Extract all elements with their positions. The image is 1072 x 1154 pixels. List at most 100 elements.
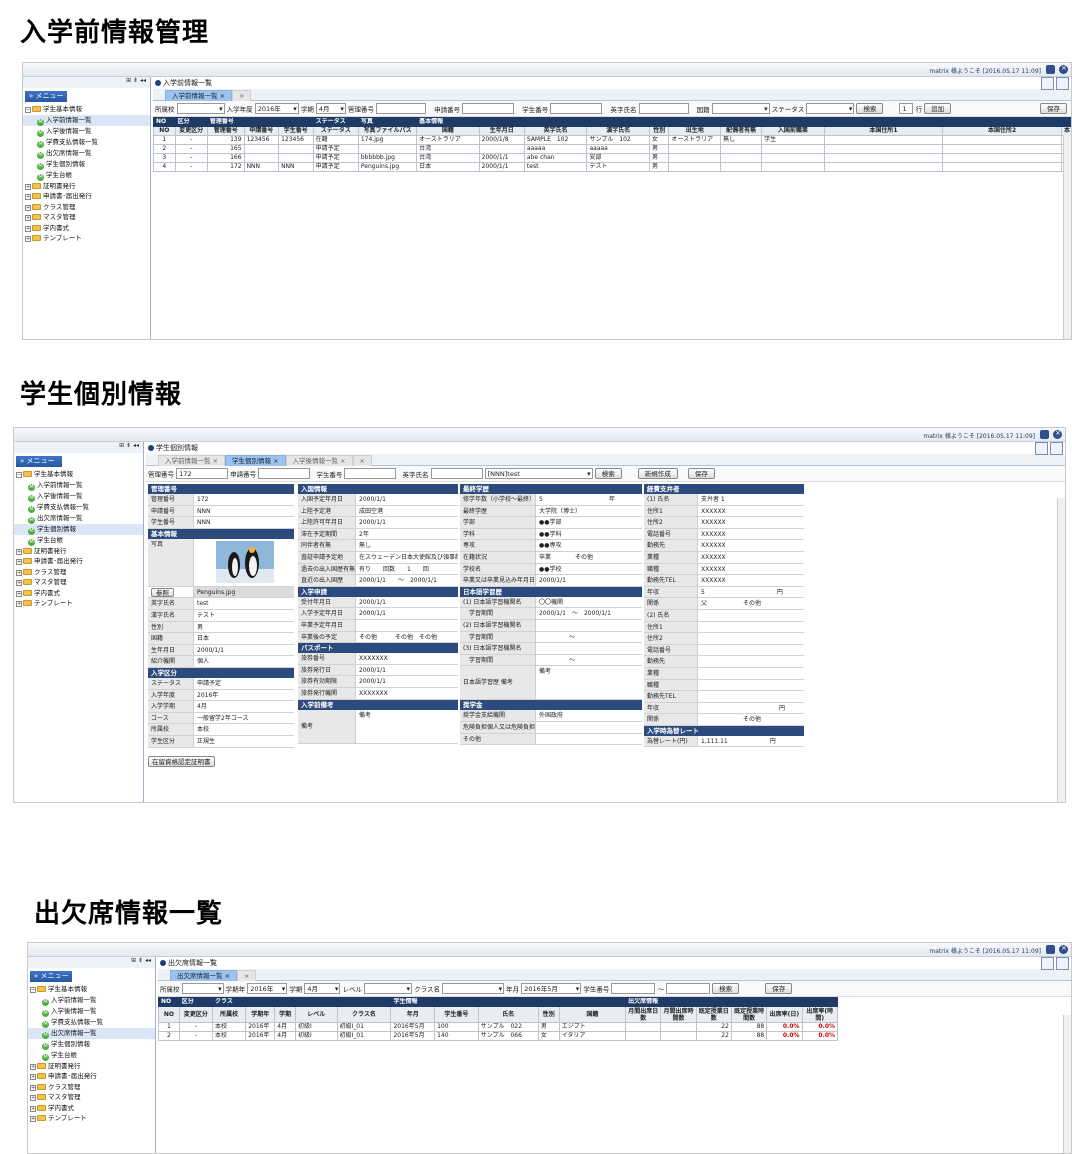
column-header[interactable]: 学生番号 (434, 1006, 479, 1023)
tab-student-detail[interactable]: 学生個別情報 × (225, 455, 286, 466)
column-header[interactable]: 変更区分 (174, 126, 208, 136)
tree-folder-cert[interactable]: + 証明書発行 (28, 1061, 155, 1072)
note-field[interactable]: 備考 (356, 710, 458, 743)
stu-to-input[interactable] (666, 983, 711, 994)
field-value[interactable]: 申請予定 (194, 678, 294, 689)
column-header[interactable]: 学期 (274, 1006, 296, 1023)
save-button[interactable]: 保存 (765, 983, 793, 994)
field-value[interactable]: 2000/1/1 ～ 2000/1/1 (356, 575, 458, 586)
close-icon[interactable] (1059, 944, 1068, 954)
tree-item-post-entry[interactable]: M 入学後情報一覧 (28, 1006, 155, 1017)
field-value[interactable]: 5 年 (536, 494, 642, 505)
filter-icon[interactable] (1056, 77, 1069, 90)
field-value[interactable]: 本校 (194, 724, 294, 735)
search-button[interactable]: 検索 (712, 983, 740, 994)
field-value[interactable]: XXXXXX (698, 552, 804, 563)
column-header[interactable]: 国籍 (416, 126, 480, 136)
export-icon[interactable] (1040, 430, 1049, 439)
column-header[interactable]: 学生番号 (278, 126, 314, 136)
save-button[interactable]: 保存 (687, 468, 715, 479)
field-value[interactable]: 男 (194, 622, 294, 633)
vertical-scrollbar[interactable] (1057, 498, 1065, 802)
field-value[interactable]: 有り 回数 1 回 (356, 564, 458, 575)
field-value[interactable]: ～ (536, 632, 642, 643)
tab-close-all[interactable]: × (237, 970, 257, 981)
field-value[interactable]: XXXXXX (698, 540, 804, 551)
field-value[interactable]: 2016年 (194, 690, 294, 701)
column-header[interactable]: クラス名 (336, 1006, 392, 1023)
tree-item-tuition[interactable]: M 学費支払情報一覧 (23, 137, 150, 148)
column-header[interactable]: 申請番号 (243, 126, 280, 136)
tree-folder-master[interactable]: + マスタ管理 (28, 1092, 155, 1103)
app-input[interactable] (258, 468, 311, 479)
field-value[interactable]: 外国政府 (536, 710, 642, 721)
stu-input[interactable] (550, 103, 603, 114)
field-value[interactable]: NNN (194, 517, 294, 528)
tab-pre-entry[interactable]: 入学前情報一覧 × (158, 455, 226, 466)
export-icon[interactable] (1046, 945, 1055, 954)
column-header[interactable]: 年月 (390, 1006, 436, 1023)
tree-item-student[interactable]: M 学生個別情報 (23, 159, 150, 170)
ym-select[interactable]: 2016年5月 (521, 983, 582, 994)
search-button[interactable]: 検索 (856, 103, 884, 114)
term-select[interactable]: 4月 (304, 983, 341, 994)
tree-folder-forms[interactable]: + 学内書式 (14, 588, 143, 599)
row-count-input[interactable]: 1 (899, 103, 914, 114)
column-header[interactable]: 生年月日 (478, 126, 525, 136)
tab-attendance[interactable]: 出欠席情報一覧 × (170, 970, 238, 981)
field-value[interactable]: ●●学部 (536, 517, 642, 528)
edit-icon[interactable] (1041, 957, 1054, 970)
tree-item-pre-entry[interactable]: M 入学前情報一覧 (28, 995, 155, 1006)
field-value[interactable]: 無し (356, 540, 458, 551)
column-header[interactable]: 性別 (648, 126, 670, 136)
tree-item-ledger[interactable]: M 学生台帳 (23, 170, 150, 181)
field-value[interactable]: 個人 (194, 656, 294, 667)
field-value[interactable] (356, 620, 458, 631)
field-value[interactable] (698, 656, 804, 667)
edit-icon[interactable] (1041, 77, 1054, 90)
tab-close-all[interactable]: × (232, 90, 252, 101)
tree-folder-application[interactable]: + 申請書･届出発行 (14, 556, 143, 567)
tree-root[interactable]: − 学生基本情報 (14, 469, 143, 480)
column-header[interactable]: 所属校 (211, 1006, 247, 1023)
tree-item-attendance[interactable]: M 出欠席情報一覧 (23, 148, 150, 159)
field-value[interactable] (698, 633, 804, 644)
tab-pre-entry[interactable]: 入学前情報一覧 × (165, 90, 233, 101)
field-value[interactable]: 2000/1/1 (356, 517, 458, 528)
field-value[interactable]: ●●学科 (536, 529, 642, 540)
sidebar-tools[interactable]: ⊞ ⇟ ◂◂ (28, 957, 155, 968)
column-header[interactable]: 既定授業日数 (695, 1006, 732, 1023)
field-value[interactable] (698, 622, 804, 633)
column-header[interactable]: 月間出席時間数 (660, 1006, 697, 1023)
field-value[interactable] (698, 610, 804, 621)
close-icon[interactable] (1053, 429, 1062, 439)
tree-folder-application[interactable]: + 申請書･届出発行 (28, 1071, 155, 1082)
cert-button[interactable]: 在留資格認定証明書 (148, 755, 215, 767)
field-value[interactable] (698, 680, 804, 691)
tree-root[interactable]: − 学生基本情報 (28, 984, 155, 995)
column-header[interactable]: 管理番号 (206, 126, 245, 136)
tree-folder-class[interactable]: + クラス管理 (14, 567, 143, 578)
edit-icon[interactable] (1035, 442, 1048, 455)
tree-item-pre-entry[interactable]: M 入学前情報一覧 (14, 480, 143, 491)
app-input[interactable] (462, 103, 515, 114)
table-row[interactable]: 2- 本校 2016年 4月 初級Ⅰ 初級Ⅰ_01 2016年5月 140 サンプル 066 女イ… (158, 1031, 838, 1041)
ref-button[interactable]: 参照 (151, 587, 174, 597)
field-value[interactable]: 2000/1/1 (356, 608, 458, 619)
column-header[interactable]: 氏名 (477, 1006, 539, 1023)
field-value[interactable]: 2000/1/1 (356, 665, 458, 676)
column-header[interactable]: 本国住所1 (823, 126, 944, 136)
column-header[interactable]: NO (153, 126, 176, 136)
mgmt-input[interactable]: 172 (176, 468, 229, 479)
field-value[interactable]: XXXXXX (698, 517, 804, 528)
table-row[interactable]: 3-166 申請予定 bbbbbb.jpg 台湾 2000/1/1 abe chan 安部男 (153, 153, 1071, 163)
column-header[interactable]: 出席率(時間) (801, 1006, 838, 1023)
column-header[interactable]: 性別 (537, 1006, 560, 1023)
tree-folder-application[interactable]: + 申請書･届出発行 (23, 191, 150, 202)
export-icon[interactable] (1046, 65, 1055, 74)
field-value[interactable] (536, 620, 642, 631)
school-select[interactable] (181, 983, 224, 994)
field-value[interactable] (698, 691, 804, 702)
tab-post-entry[interactable]: 入学後情報一覧 × (285, 455, 353, 466)
field-value[interactable]: NNN (194, 506, 294, 517)
